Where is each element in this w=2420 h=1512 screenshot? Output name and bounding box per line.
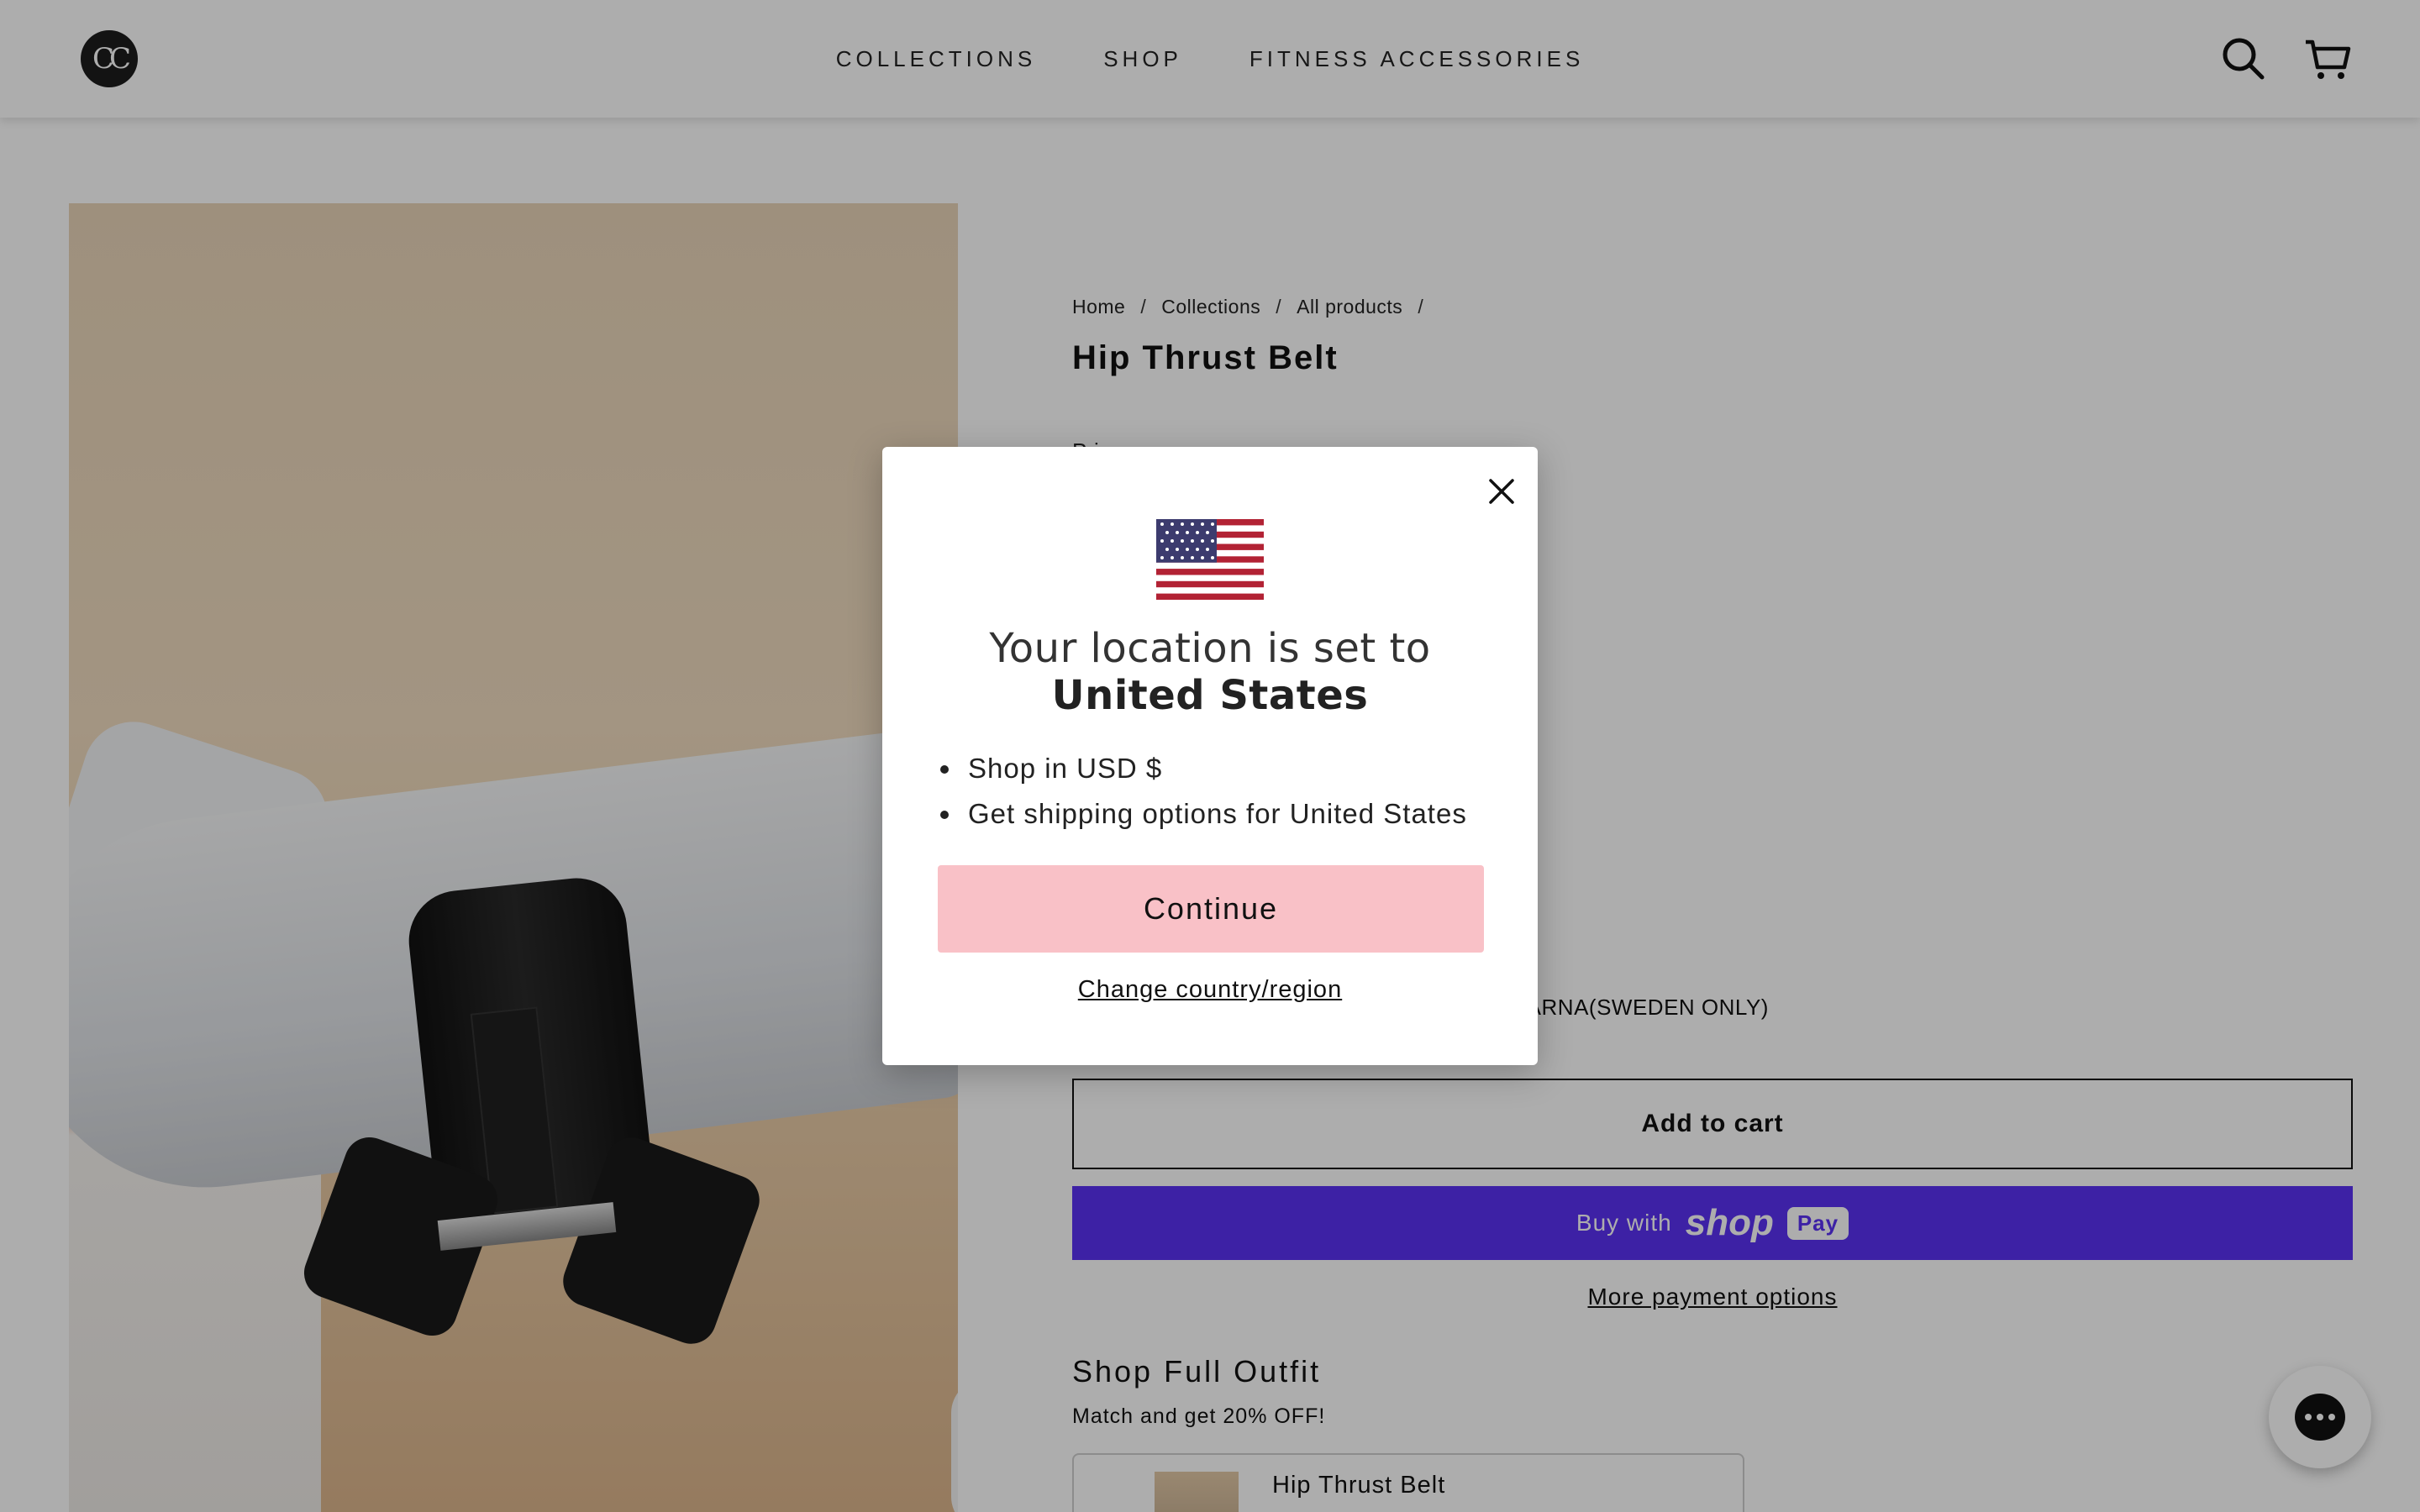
close-icon[interactable] (1487, 477, 1516, 506)
modal-bullet-currency: Shop in USD $ (963, 746, 1467, 791)
modal-heading-prefix: Your location is set to (989, 625, 1431, 672)
modal-heading: Your location is set to United States (916, 625, 1504, 719)
modal-bullet-list: Shop in USD $ Get shipping options for U… (963, 746, 1467, 837)
modal-heading-country: United States (1051, 672, 1369, 719)
us-flag-icon (1156, 519, 1264, 600)
change-country-link[interactable]: Change country/region (882, 976, 1538, 1004)
modal-bullet-shipping: Get shipping options for United States (963, 791, 1467, 837)
location-modal: Your location is set to United States Sh… (882, 447, 1538, 1065)
continue-button[interactable]: Continue (938, 865, 1484, 953)
